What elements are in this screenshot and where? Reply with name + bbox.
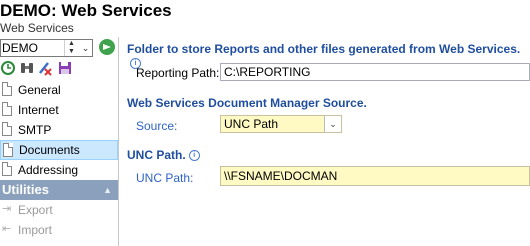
sidebar-item-label: Addressing: [18, 163, 79, 177]
history-icon[interactable]: [0, 60, 16, 76]
chevron-down-icon[interactable]: ⌄: [324, 116, 341, 132]
sidebar-item-import[interactable]: ⇤ Import: [0, 220, 118, 240]
window-subtitle: Web Services: [0, 21, 74, 35]
window-title: DEMO: Web Services: [0, 1, 172, 20]
document-icon: [2, 82, 12, 96]
source-select[interactable]: UNC Path ⌄: [220, 115, 342, 133]
sidebar-item-label: General: [18, 83, 61, 97]
sidebar-item-export[interactable]: ⇥ Export: [0, 200, 118, 220]
panel-divider: [118, 37, 119, 246]
company-select-value: DEMO: [2, 41, 38, 55]
go-button[interactable]: [99, 39, 115, 55]
sidebar-item-addressing[interactable]: Addressing: [0, 160, 118, 180]
unc-path-label: UNC Path:: [136, 171, 194, 185]
edit-delete-icon[interactable]: [37, 60, 53, 76]
export-icon: ⇥: [2, 203, 12, 215]
company-spinner[interactable]: ▲ ▼: [64, 40, 78, 56]
sidebar-item-label: Documents: [19, 143, 80, 157]
source-label: Source:: [136, 119, 178, 133]
sidebar-item-label: Export: [18, 203, 53, 217]
sidebar-item-label: SMTP: [18, 123, 52, 137]
sidebar-item-internet[interactable]: Internet: [0, 100, 118, 120]
binoculars-icon[interactable]: [19, 60, 35, 76]
save-icon[interactable]: [57, 60, 73, 76]
document-icon: [3, 143, 13, 157]
document-icon: [2, 122, 12, 136]
sidebar-item-label: Import: [18, 223, 53, 237]
reporting-path-label: Reporting Path:: [136, 66, 220, 80]
folder-section-title-text: Folder to store Reports and other files …: [127, 42, 521, 56]
sidebar-nav: General Internet SMTP Documents Addressi…: [0, 80, 118, 240]
source-select-value: UNC Path: [224, 117, 279, 131]
company-select[interactable]: DEMO ▲ ▼ ⌄: [0, 39, 93, 57]
unc-section-title: UNC Path. i: [127, 148, 200, 162]
reporting-path-field[interactable]: C:\REPORTING: [220, 63, 530, 81]
sidebar-item-label: Internet: [18, 103, 59, 117]
info-icon[interactable]: i: [188, 150, 200, 161]
sidebar-item-smtp[interactable]: SMTP: [0, 120, 118, 140]
document-icon: [2, 162, 12, 176]
sidebar-item-documents[interactable]: Documents: [0, 140, 118, 160]
import-icon: ⇤: [2, 223, 12, 235]
sidebar-item-general[interactable]: General: [0, 80, 118, 100]
unc-section-title-text: UNC Path.: [127, 148, 186, 162]
unc-path-field[interactable]: \\FSNAME\DOCMAN: [220, 166, 530, 186]
docman-section-title: Web Services Document Manager Source.: [127, 96, 367, 110]
utilities-header-label: Utilities: [2, 182, 49, 197]
chevron-up-icon[interactable]: ▲: [103, 180, 112, 200]
utilities-section-header[interactable]: Utilities ▲: [0, 180, 118, 200]
document-icon: [2, 102, 12, 116]
chevron-down-icon[interactable]: ⌄: [79, 40, 92, 56]
